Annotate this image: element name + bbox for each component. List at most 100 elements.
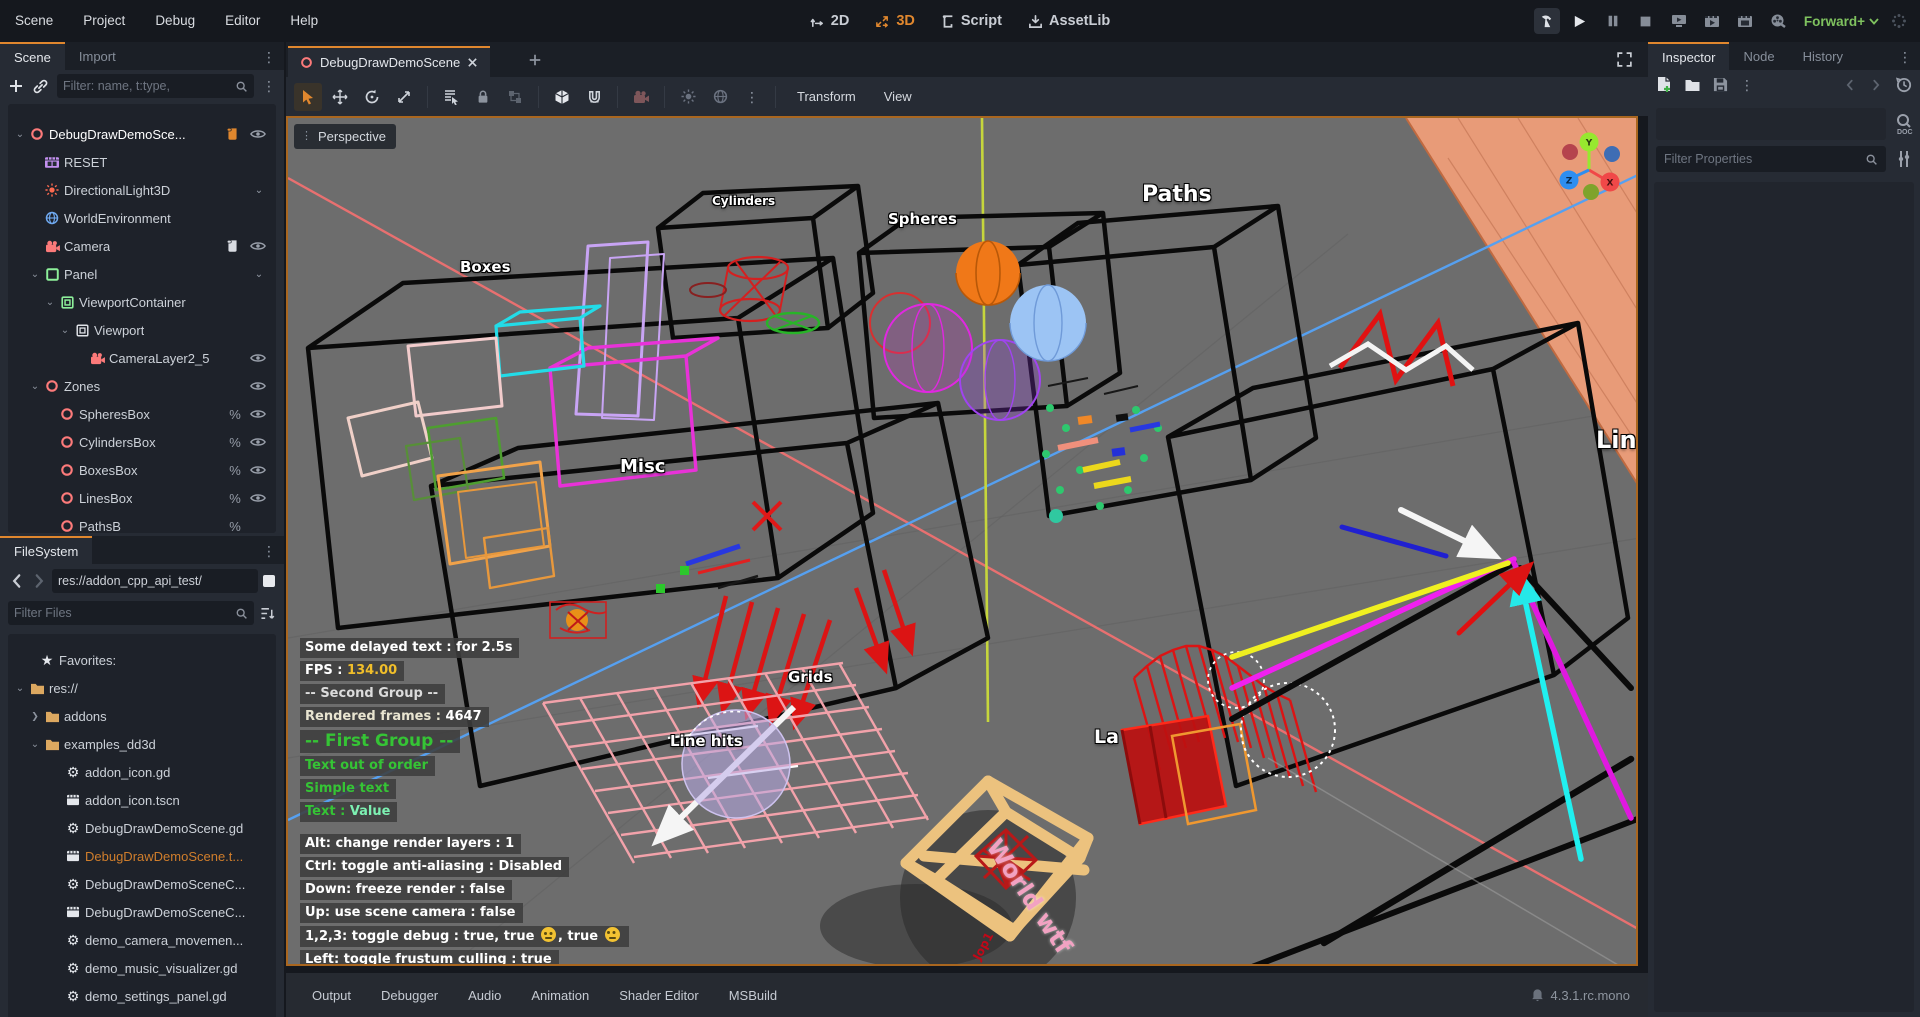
rotate-tool-button[interactable] <box>358 83 386 111</box>
collapse-icon[interactable]: ⌄ <box>42 297 58 308</box>
dock-menu-icon[interactable]: ⋮ <box>1898 50 1912 64</box>
tree-row[interactable]: ⌄ Viewport <box>8 316 276 344</box>
tree-row[interactable]: DirectionalLight3D ⌄ <box>8 176 276 204</box>
expand-viewport-icon[interactable] <box>1616 51 1633 68</box>
sun-settings-button[interactable] <box>674 83 702 111</box>
property-tools-icon[interactable] <box>1896 150 1912 168</box>
back-icon[interactable] <box>8 572 26 590</box>
bottom-tab-audio[interactable]: Audio <box>458 988 511 1003</box>
bottom-tab-animation[interactable]: Animation <box>521 988 599 1003</box>
fs-row-favorites[interactable]: ★ Favorites: <box>8 646 276 674</box>
visibility-icon[interactable] <box>250 492 268 504</box>
bottom-tab-msbuild[interactable]: MSBuild <box>719 988 787 1003</box>
unique-name-icon[interactable]: % <box>226 463 244 478</box>
tree-row[interactable]: SpheresBox % <box>8 400 276 428</box>
history-back-icon[interactable] <box>1843 78 1857 92</box>
workspace-assetlib[interactable]: AssetLib <box>1028 13 1110 29</box>
environment-settings-button[interactable] <box>706 83 734 111</box>
scene-filter-input[interactable]: Filter: name, t:type, <box>57 74 254 98</box>
dock-menu-icon[interactable]: ⋮ <box>262 50 276 64</box>
renderer-select[interactable]: Forward+ <box>1804 14 1879 29</box>
unique-name-icon[interactable]: % <box>226 491 244 506</box>
tab-history[interactable]: History <box>1789 42 1857 70</box>
unique-name-icon[interactable]: % <box>226 519 244 534</box>
children-hidden-icon[interactable]: ⌄ <box>250 185 268 196</box>
tab-node[interactable]: Node <box>1729 42 1788 70</box>
bottom-tab-shader-editor[interactable]: Shader Editor <box>609 988 709 1003</box>
visibility-icon[interactable] <box>250 128 268 140</box>
script-icon[interactable] <box>226 239 244 253</box>
select-tool-button[interactable] <box>294 83 322 111</box>
collapse-icon[interactable]: ⌄ <box>57 325 73 336</box>
tree-row[interactable]: Camera <box>8 232 276 260</box>
compile-button[interactable] <box>1534 8 1560 34</box>
snap-button[interactable] <box>580 83 608 111</box>
play-custom-scene-button[interactable] <box>1732 8 1758 34</box>
list-select-button[interactable] <box>437 83 465 111</box>
tree-row[interactable]: CylindersBox % <box>8 428 276 456</box>
sort-files-icon[interactable] <box>260 606 276 621</box>
tree-row[interactable]: RESET <box>8 148 276 176</box>
view-menu[interactable]: View <box>872 89 924 104</box>
collapse-icon[interactable]: ⌄ <box>12 129 28 140</box>
collapse-icon[interactable]: ⌄ <box>27 269 43 280</box>
visibility-icon[interactable] <box>250 436 268 448</box>
pause-button[interactable] <box>1600 8 1626 34</box>
collapse-icon[interactable]: ⌄ <box>27 381 43 392</box>
filesystem-path[interactable]: res://addon_cpp_api_test/ <box>52 569 258 593</box>
visibility-icon[interactable] <box>250 380 268 392</box>
resource-extra-menu[interactable]: ⋮ <box>1740 78 1754 92</box>
add-node-button[interactable] <box>8 78 24 94</box>
notification-bell-icon[interactable] <box>1531 988 1544 1002</box>
camera-preview-button[interactable] <box>627 83 655 111</box>
perspective-menu[interactable]: ⋮ Perspective <box>294 124 396 149</box>
tab-filesystem[interactable]: FileSystem <box>0 536 92 564</box>
tree-row-root[interactable]: ⌄ DebugDrawDemoSce... <box>8 120 276 148</box>
tab-import[interactable]: Import <box>65 42 130 70</box>
ruler-mode-button[interactable] <box>548 83 576 111</box>
tree-row[interactable]: ⌄ Zones <box>8 372 276 400</box>
tab-scene[interactable]: Scene <box>0 42 65 70</box>
scene-tree-menu-icon[interactable]: ⋮ <box>262 79 276 93</box>
tree-row[interactable]: PathsB % <box>8 512 276 533</box>
fs-row[interactable]: ⚙ demo_camera_movemen... <box>8 926 276 954</box>
menu-debug[interactable]: Debug <box>140 0 210 42</box>
instance-scene-button[interactable] <box>32 78 49 95</box>
collapse-icon[interactable]: ⌄ <box>12 683 28 694</box>
tree-row[interactable]: LinesBox % <box>8 484 276 512</box>
menu-project[interactable]: Project <box>68 0 140 42</box>
object-history-icon[interactable] <box>1895 76 1912 93</box>
tree-row[interactable]: CameraLayer2_5 <box>8 344 276 372</box>
fs-row[interactable]: ⌄ examples_dd3d <box>8 730 276 758</box>
fs-row-selected[interactable]: DebugDrawDemoScene.t... <box>8 842 276 870</box>
move-tool-button[interactable] <box>326 83 354 111</box>
movie-maker-button[interactable] <box>1765 8 1791 34</box>
play-scene-button[interactable] <box>1699 8 1725 34</box>
stop-button[interactable] <box>1633 8 1659 34</box>
load-resource-icon[interactable] <box>1684 78 1701 92</box>
history-forward-icon[interactable] <box>1869 78 1883 92</box>
children-hidden-icon[interactable]: ⌄ <box>250 269 268 280</box>
bottom-tab-debugger[interactable]: Debugger <box>371 988 448 1003</box>
play-button[interactable] <box>1567 8 1593 34</box>
workspace-3d[interactable]: 3D <box>875 13 915 29</box>
fs-row[interactable]: ❯ addons <box>8 702 276 730</box>
new-scene-tab-icon[interactable] <box>528 53 542 67</box>
bottom-tab-output[interactable]: Output <box>302 988 361 1003</box>
close-icon[interactable] <box>467 57 478 68</box>
fs-row[interactable]: ⌄ res:// <box>8 674 276 702</box>
filter-properties-input[interactable]: Filter Properties <box>1656 146 1886 172</box>
visibility-icon[interactable] <box>250 352 268 364</box>
toggle-split-mode-icon[interactable] <box>262 574 276 588</box>
tree-row[interactable]: WorldEnvironment <box>8 204 276 232</box>
scale-tool-button[interactable] <box>390 83 418 111</box>
menu-scene[interactable]: Scene <box>0 0 68 42</box>
workspace-script[interactable]: Script <box>941 13 1002 29</box>
new-resource-icon[interactable] <box>1656 76 1672 93</box>
fs-row[interactable]: ⚙ DebugDrawDemoScene.gd <box>8 814 276 842</box>
collapse-icon[interactable]: ⌄ <box>27 739 43 750</box>
visibility-icon[interactable] <box>250 240 268 252</box>
filter-files-input[interactable]: Filter Files <box>8 601 254 625</box>
tab-debugdrawdemoscene[interactable]: DebugDrawDemoScene <box>288 46 490 77</box>
remote-debug-button[interactable] <box>1666 8 1692 34</box>
